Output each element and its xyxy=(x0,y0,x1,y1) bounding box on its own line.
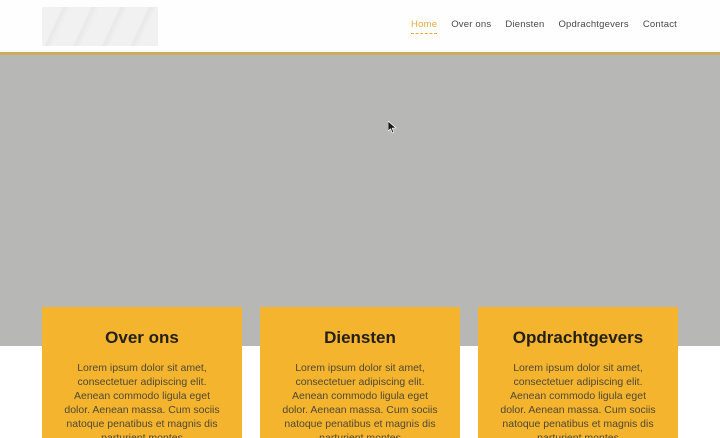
card-diensten: Diensten Lorem ipsum dolor sit amet, con… xyxy=(260,307,460,438)
nav-item-opdrachtgevers[interactable]: Opdrachtgevers xyxy=(558,19,628,34)
webpage: { "header": { "nav": { "items": [ { "lab… xyxy=(0,0,720,438)
card-over-ons: Over ons Lorem ipsum dolor sit amet, con… xyxy=(42,307,242,438)
site-header: Home Over ons Diensten Opdrachtgevers Co… xyxy=(0,0,720,55)
card-body-text: Lorem ipsum dolor sit amet, consectetuer… xyxy=(493,361,663,438)
card-title: Diensten xyxy=(275,328,445,348)
nav-item-over-ons[interactable]: Over ons xyxy=(451,19,491,34)
feature-cards-row: Over ons Lorem ipsum dolor sit amet, con… xyxy=(0,307,720,438)
card-title: Opdrachtgevers xyxy=(493,328,663,348)
main-navigation: Home Over ons Diensten Opdrachtgevers Co… xyxy=(397,0,677,52)
nav-item-diensten[interactable]: Diensten xyxy=(505,19,544,34)
card-body-text: Lorem ipsum dolor sit amet, consectetuer… xyxy=(275,361,445,438)
nav-item-contact[interactable]: Contact xyxy=(643,19,677,34)
card-body-text: Lorem ipsum dolor sit amet, consectetuer… xyxy=(57,361,227,438)
card-title: Over ons xyxy=(57,328,227,348)
hero-placeholder-image xyxy=(0,55,720,346)
card-opdrachtgevers: Opdrachtgevers Lorem ipsum dolor sit ame… xyxy=(478,307,678,438)
nav-item-home[interactable]: Home xyxy=(411,19,437,34)
logo-placeholder-image[interactable] xyxy=(42,7,158,46)
